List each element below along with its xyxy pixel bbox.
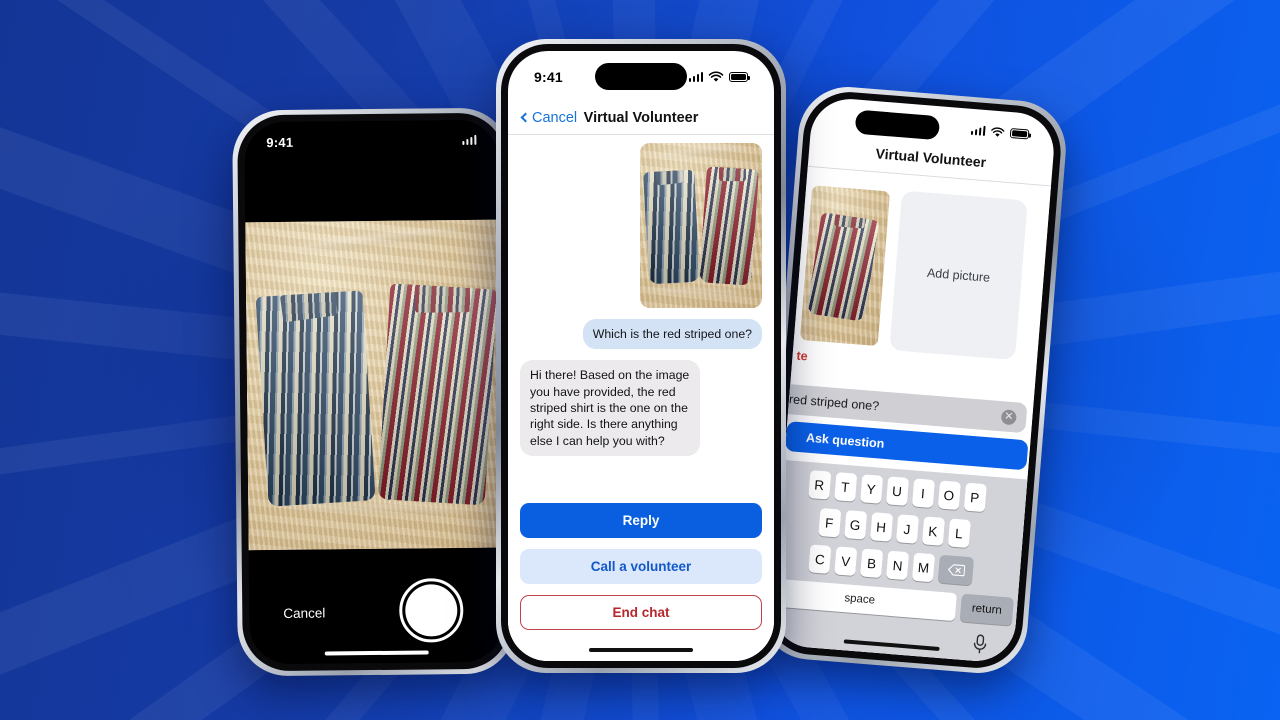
promo-composition: 9:41 Cancel Virtual Volunteer Add pictur…	[0, 0, 1280, 720]
key-k[interactable]: K	[921, 516, 945, 546]
wifi-icon	[708, 71, 724, 82]
key-m[interactable]: M	[911, 552, 936, 583]
ask-question-body: Add picture te red striped one? ✕ Ask qu…	[769, 166, 1051, 664]
shirt-red-striped	[377, 282, 498, 506]
key-j[interactable]: J	[895, 514, 919, 544]
camera-controls: Cancel	[248, 547, 504, 665]
key-p[interactable]: P	[963, 482, 987, 513]
navigation-bar: Cancel Virtual Volunteer	[508, 101, 774, 134]
shirt-collar	[280, 290, 340, 323]
chat-action-buttons: Reply Call a volunteer End chat	[508, 493, 774, 661]
key-n[interactable]: N	[885, 550, 910, 581]
shirt-red-striped	[699, 166, 760, 285]
status-time: 9:41	[534, 69, 563, 85]
key-b[interactable]: B	[860, 548, 884, 579]
shirt-blue-striped	[643, 169, 701, 285]
return-key[interactable]: return	[959, 593, 1014, 626]
phone-right-keyboard: Virtual Volunteer Add picture te red str…	[756, 83, 1070, 677]
phone-left-screen: 9:41 Cancel	[244, 119, 504, 665]
cellular-bars-icon	[462, 134, 477, 146]
key-o[interactable]: O	[937, 480, 961, 511]
phone-left-camera: 9:41 Cancel	[232, 107, 516, 677]
space-key[interactable]: space	[769, 577, 958, 622]
cellular-bars-icon	[970, 125, 986, 136]
onscreen-keyboard: R T Y U I O P F G H J K L C V B N M spac…	[769, 458, 1028, 664]
shirt-collar	[415, 283, 472, 313]
shirt-collar	[654, 169, 684, 186]
clear-circle-icon[interactable]: ✕	[1000, 408, 1017, 425]
end-chat-button[interactable]: End chat	[520, 595, 762, 630]
microphone-icon[interactable]	[971, 634, 989, 655]
shirt-collar	[719, 166, 747, 181]
phone-center-chat: 9:41 Cancel Virtual Volunteer Which is t…	[496, 39, 786, 673]
wifi-icon	[991, 126, 1005, 137]
key-u[interactable]: U	[885, 476, 909, 506]
key-f[interactable]: F	[817, 507, 841, 538]
key-v[interactable]: V	[834, 546, 858, 576]
phone-center-screen: 9:41 Cancel Virtual Volunteer Which is t…	[508, 51, 774, 661]
cellular-bars-icon	[688, 72, 703, 82]
chat-bubble-outgoing: Which is the red striped one?	[582, 319, 762, 350]
chat-thread: Which is the red striped one? Hi there! …	[508, 135, 774, 493]
camera-viewfinder	[245, 219, 503, 551]
home-indicator	[589, 647, 693, 652]
key-g[interactable]: G	[843, 510, 867, 540]
status-time: 9:41	[266, 134, 294, 150]
chevron-left-icon	[520, 112, 531, 123]
key-r[interactable]: R	[807, 470, 831, 500]
backspace-glyph	[947, 564, 965, 577]
cancel-label: Cancel	[532, 109, 578, 126]
backspace-icon[interactable]	[937, 554, 974, 586]
key-h[interactable]: H	[869, 512, 893, 542]
question-input-value: red striped one?	[788, 392, 880, 414]
add-picture-button[interactable]: Add picture	[889, 190, 1028, 361]
key-y[interactable]: Y	[859, 474, 883, 504]
dynamic-island	[328, 129, 415, 156]
key-t[interactable]: T	[833, 472, 857, 502]
key-i[interactable]: I	[911, 478, 935, 508]
key-l[interactable]: L	[947, 518, 971, 548]
battery-icon	[729, 72, 751, 82]
camera-shutter-button[interactable]	[398, 578, 464, 643]
page-title: Virtual Volunteer	[583, 109, 699, 126]
phone-right-screen: Virtual Volunteer Add picture te red str…	[769, 96, 1057, 664]
delete-photo-button[interactable]: te	[796, 349, 808, 364]
attached-photo-thumbnail[interactable]	[799, 185, 891, 347]
key-c[interactable]: C	[808, 544, 832, 574]
cancel-button[interactable]: Cancel	[520, 109, 578, 126]
call-volunteer-button[interactable]: Call a volunteer	[520, 549, 762, 584]
message-image[interactable]	[640, 143, 762, 308]
dynamic-island	[854, 109, 941, 141]
battery-icon	[1009, 128, 1030, 140]
shirt-blue-striped	[255, 290, 376, 507]
dynamic-island	[595, 63, 687, 90]
reply-button[interactable]: Reply	[520, 503, 762, 538]
camera-cancel-button[interactable]: Cancel	[283, 606, 325, 621]
chat-bubble-incoming: Hi there! Based on the image you have pr…	[520, 360, 700, 457]
